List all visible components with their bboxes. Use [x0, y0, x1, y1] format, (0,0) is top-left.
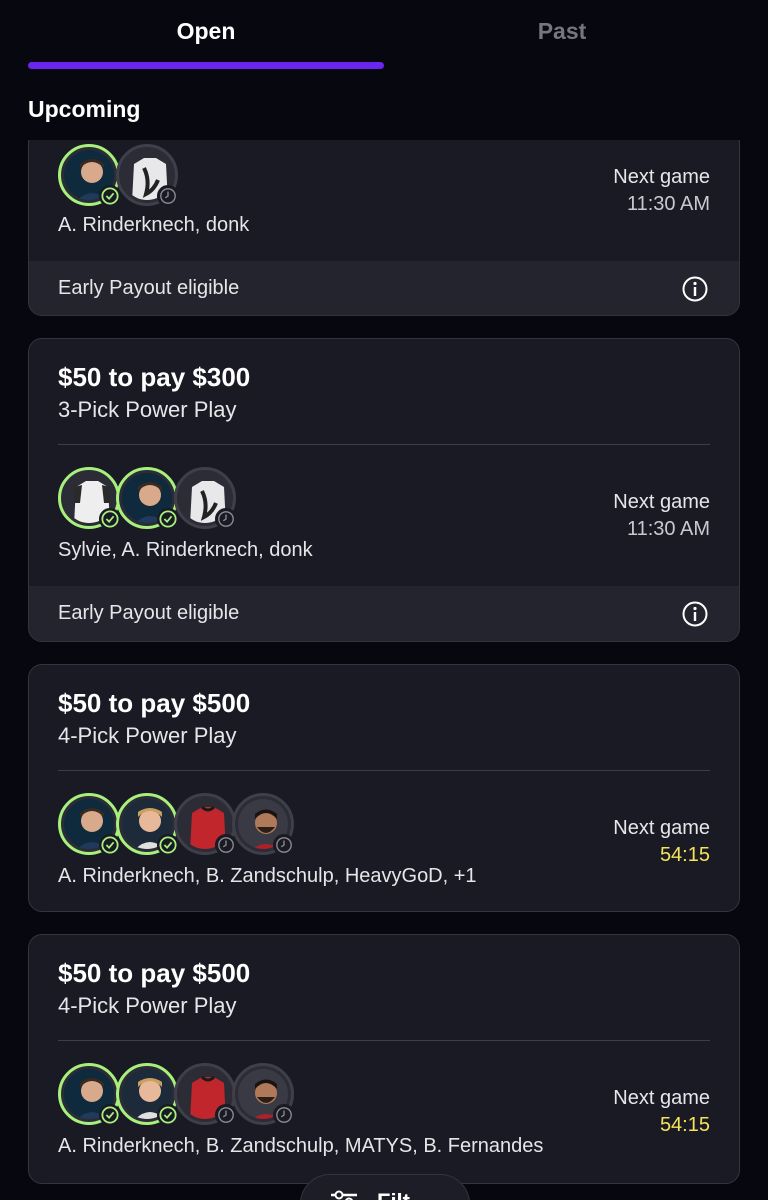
pick-names: A. Rinderknech, donk — [58, 214, 250, 236]
card-header: $50 to pay $500 4-Pick Power Play — [58, 687, 710, 751]
card-title: $50 to pay $500 — [58, 958, 251, 988]
avatar — [174, 793, 237, 856]
card-title: $50 to pay $300 — [58, 362, 251, 392]
next-game-label: Next game — [613, 817, 710, 839]
next-game-time: 11:30 AM — [626, 518, 710, 540]
avatar — [232, 793, 295, 856]
clock-icon — [215, 1104, 237, 1126]
card-title: $50 to pay $500 — [58, 688, 251, 718]
avatar — [58, 144, 121, 207]
tab-open[interactable]: Open — [28, 18, 384, 45]
divider — [58, 444, 710, 445]
filter-icon — [331, 1190, 357, 1200]
entry-card[interactable]: $50 to pay $500 4-Pick Power Play A. Rin… — [28, 664, 740, 912]
pick-avatars — [58, 793, 338, 857]
info-icon[interactable] — [681, 600, 709, 628]
next-game: Next game 54:15 — [613, 1085, 710, 1139]
pick-avatars — [58, 1063, 338, 1127]
check-icon — [157, 508, 179, 530]
active-tab-indicator — [28, 62, 384, 69]
next-game-time: 11:30 AM — [626, 193, 710, 215]
next-game-label: Next game — [613, 166, 710, 188]
pick-names: A. Rinderknech, B. Zandschulp, HeavyGoD,… — [58, 865, 477, 887]
section-title: Upcoming — [28, 96, 141, 122]
avatar — [116, 793, 179, 856]
avatar — [58, 793, 121, 856]
pick-avatars — [58, 144, 218, 208]
clock-icon — [273, 1104, 295, 1126]
info-icon[interactable] — [681, 275, 709, 303]
card-subtitle: 4-Pick Power Play — [58, 993, 237, 1018]
tab-bar: Open Past — [0, 0, 768, 72]
pick-avatars — [58, 467, 278, 531]
card-subtitle: 3-Pick Power Play — [58, 397, 237, 422]
next-game-countdown: 54:15 — [659, 844, 710, 866]
divider — [58, 770, 710, 771]
next-game: Next game 54:15 — [613, 815, 710, 869]
next-game: Next game 11:30 AM — [613, 164, 710, 218]
pick-names: Sylvie, A. Rinderknech, donk — [58, 539, 313, 561]
check-icon — [157, 1104, 179, 1126]
avatar — [58, 467, 121, 530]
divider — [58, 1040, 710, 1041]
avatar — [116, 144, 179, 207]
entry-card[interactable]: $50 to pay $300 3-Pick Power Play Sylvie… — [28, 338, 740, 642]
filter-label: Filt — [377, 1189, 410, 1200]
card-subtitle: 4-Pick Power Play — [58, 723, 237, 748]
clock-icon — [273, 834, 295, 856]
check-icon — [99, 508, 121, 530]
payout-text: Early Payout eligible — [58, 602, 240, 624]
next-game: Next game 11:30 AM — [613, 489, 710, 543]
check-icon — [157, 834, 179, 856]
early-payout-bar: Early Payout eligible — [29, 586, 739, 641]
card-header: $50 to pay $500 4-Pick Power Play — [58, 957, 710, 1021]
pick-names: A. Rinderknech, B. Zandschulp, MATYS, B.… — [58, 1135, 544, 1157]
clock-icon — [157, 185, 179, 207]
entry-card[interactable]: $50 to pay $500 4-Pick Power Play A. Rin… — [28, 934, 740, 1184]
next-game-label: Next game — [613, 491, 710, 513]
check-icon — [99, 1104, 121, 1126]
avatar — [174, 467, 237, 530]
avatar — [58, 1063, 121, 1126]
clock-icon — [215, 508, 237, 530]
filter-button[interactable]: Filt — [300, 1174, 470, 1200]
tab-past[interactable]: Past — [384, 18, 740, 45]
next-game-label: Next game — [613, 1087, 710, 1109]
next-game-countdown: 54:15 — [659, 1114, 710, 1136]
check-icon — [99, 185, 121, 207]
avatar — [116, 1063, 179, 1126]
early-payout-bar: Early Payout eligible — [29, 261, 739, 315]
avatar — [116, 467, 179, 530]
payout-text: Early Payout eligible — [58, 277, 240, 299]
avatar — [174, 1063, 237, 1126]
avatar — [232, 1063, 295, 1126]
clock-icon — [215, 834, 237, 856]
check-icon — [99, 834, 121, 856]
card-header: $50 to pay $300 3-Pick Power Play — [58, 361, 710, 425]
